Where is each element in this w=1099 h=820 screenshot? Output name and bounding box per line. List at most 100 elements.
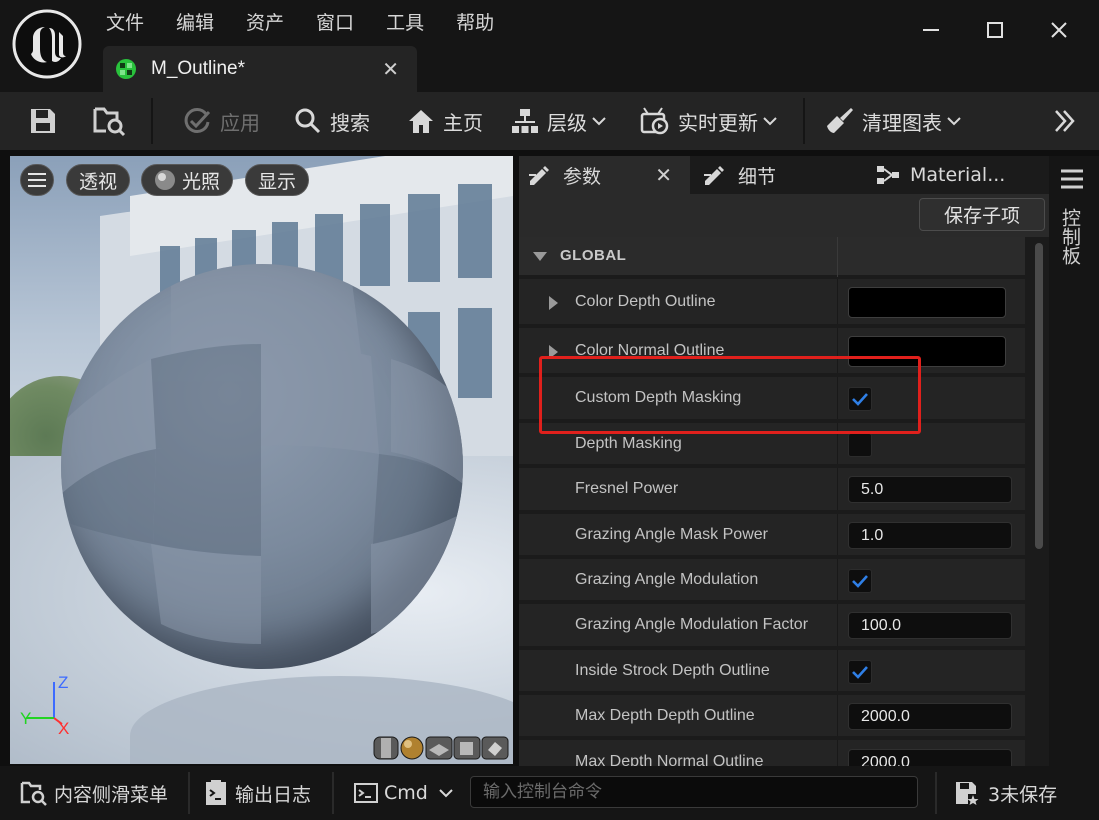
- list-icon[interactable]: [1060, 168, 1084, 190]
- checkmark-icon: [852, 574, 868, 588]
- status-bar: 内容侧滑菜单 输出日志 Cmd 3未保存: [0, 766, 1099, 820]
- browse-button[interactable]: [93, 92, 127, 150]
- hierarchy-dropdown[interactable]: 层级: [511, 92, 607, 150]
- tab-details[interactable]: 细节: [702, 156, 776, 194]
- live-update-dropdown[interactable]: 实时更新: [640, 92, 778, 150]
- menu-tools[interactable]: 工具: [370, 8, 440, 38]
- menu-bar: 文件 编辑 资产 窗口 工具 帮助: [90, 8, 510, 38]
- plane-mesh-icon[interactable]: [425, 736, 453, 760]
- parameter-list: GLOBAL Color Depth Outline Color Normal O…: [519, 237, 1025, 766]
- close-window-button[interactable]: [1027, 12, 1091, 48]
- viewport-options-button[interactable]: [20, 164, 54, 196]
- maximize-button[interactable]: [963, 12, 1027, 48]
- folder-search-icon: [93, 107, 126, 137]
- section-header-global[interactable]: GLOBAL: [519, 237, 1025, 277]
- right-dock: 控制板: [1049, 156, 1099, 766]
- menu-file[interactable]: 文件: [90, 8, 160, 38]
- lit-sphere-icon: [155, 170, 175, 190]
- color-swatch[interactable]: [848, 286, 1006, 318]
- preview-mesh-selector[interactable]: [372, 736, 510, 760]
- numeric-input[interactable]: 5.0: [848, 476, 1012, 503]
- panel-action-bar: 保存子项: [519, 194, 1049, 237]
- maximize-icon: [987, 22, 1003, 38]
- minimize-icon: [923, 29, 939, 31]
- cmd-label: Cmd: [384, 782, 428, 804]
- minimize-button[interactable]: [899, 12, 963, 48]
- close-tab-icon[interactable]: ✕: [655, 163, 672, 187]
- save-unsaved-icon: [956, 782, 979, 805]
- panel-scrollbar[interactable]: [1030, 237, 1049, 766]
- material-preview-viewport[interactable]: 透视 光照 显示 Z Y X: [10, 156, 513, 764]
- hierarchy-icon: [512, 109, 538, 133]
- column-divider: [837, 279, 838, 324]
- clean-graph-dropdown[interactable]: 清理图表: [824, 92, 962, 150]
- parameter-checkbox[interactable]: [848, 432, 872, 457]
- chevron-down-icon: [947, 117, 961, 126]
- tab-parameters[interactable]: 参数 ✕: [519, 156, 690, 194]
- numeric-input[interactable]: 2000.0: [848, 749, 1012, 766]
- unreal-logo-icon[interactable]: [11, 8, 83, 80]
- axis-gizmo: Z Y X: [20, 673, 69, 738]
- column-divider: [837, 604, 838, 646]
- search-label: 搜索: [330, 110, 370, 135]
- output-log-button[interactable]: 输出日志: [205, 766, 311, 820]
- tab-material[interactable]: Material...: [876, 156, 1005, 194]
- preview-sphere: [61, 264, 463, 669]
- title-bar: 文件 编辑 资产 窗口 工具 帮助 M_Outline* ✕: [0, 0, 1099, 92]
- cube-mesh-icon[interactable]: [453, 736, 481, 760]
- scrollbar-thumb[interactable]: [1035, 243, 1043, 549]
- unsaved-button[interactable]: 3未保存: [954, 766, 1057, 820]
- cylinder-mesh-icon[interactable]: [373, 736, 399, 760]
- caret-right-icon[interactable]: [549, 295, 558, 310]
- save-child-button[interactable]: 保存子项: [919, 198, 1045, 231]
- search-button[interactable]: 搜索: [294, 92, 370, 150]
- document-tab[interactable]: M_Outline* ✕: [103, 46, 417, 92]
- custom-mesh-icon[interactable]: [481, 736, 509, 760]
- show-button[interactable]: 显示: [245, 164, 310, 196]
- apply-label: 应用: [220, 110, 260, 135]
- column-divider: [837, 650, 838, 691]
- output-log-label: 输出日志: [235, 783, 312, 806]
- perspective-label: 透视: [79, 170, 118, 193]
- parameter-row: Max Depth Depth Outline 2000.0: [519, 695, 1025, 738]
- lighting-button[interactable]: 光照: [141, 164, 234, 196]
- menu-window[interactable]: 窗口: [300, 8, 370, 38]
- content-drawer-button[interactable]: 内容侧滑菜单: [20, 766, 168, 820]
- hamburger-menu-icon: [28, 173, 46, 187]
- console-command-input[interactable]: [470, 776, 918, 808]
- numeric-input[interactable]: 1.0: [848, 521, 1012, 549]
- sphere-checker-pattern: [61, 264, 463, 644]
- parameter-name: Grazing Angle Modulation: [575, 570, 759, 588]
- menu-edit[interactable]: 编辑: [160, 8, 230, 38]
- parameter-row: Grazing Angle Modulation Factor 100.0: [519, 604, 1025, 648]
- parameter-name: Fresnel Power: [575, 480, 679, 497]
- menu-asset[interactable]: 资产: [230, 8, 300, 38]
- perspective-button[interactable]: 透视: [66, 164, 131, 196]
- log-icon: [206, 780, 226, 805]
- palette-tab[interactable]: 控制板: [1057, 208, 1084, 265]
- parameter-checkbox[interactable]: [848, 568, 872, 593]
- parameter-name: Grazing Angle Modulation Factor: [575, 616, 809, 633]
- home-button[interactable]: 主页: [407, 92, 483, 150]
- menu-help[interactable]: 帮助: [440, 8, 510, 38]
- parameter-name: Grazing Angle Mask Power: [575, 525, 768, 543]
- apply-button[interactable]: 应用: [182, 92, 260, 150]
- tab-parameters-label: 参数: [563, 165, 602, 188]
- sphere-mesh-icon[interactable]: [400, 736, 424, 760]
- apply-icon: [184, 107, 211, 133]
- window-controls: [899, 12, 1091, 48]
- clean-graph-label: 清理图表: [862, 110, 942, 135]
- numeric-input[interactable]: 2000.0: [848, 702, 1012, 730]
- status-separator: [188, 772, 190, 814]
- axis-z-label: Z: [58, 673, 68, 692]
- toolbar-overflow-button[interactable]: [1052, 92, 1078, 150]
- parameter-checkbox[interactable]: [848, 659, 872, 684]
- close-tab-icon[interactable]: ✕: [382, 57, 399, 81]
- chevron-down-icon: [439, 789, 453, 798]
- cmd-dropdown[interactable]: Cmd: [354, 766, 454, 820]
- lighting-label: 光照: [182, 170, 221, 193]
- axis-x-label: X: [58, 719, 69, 738]
- parameter-name: Depth Masking: [575, 434, 682, 452]
- save-button[interactable]: [28, 92, 58, 150]
- numeric-input[interactable]: 100.0: [848, 612, 1012, 639]
